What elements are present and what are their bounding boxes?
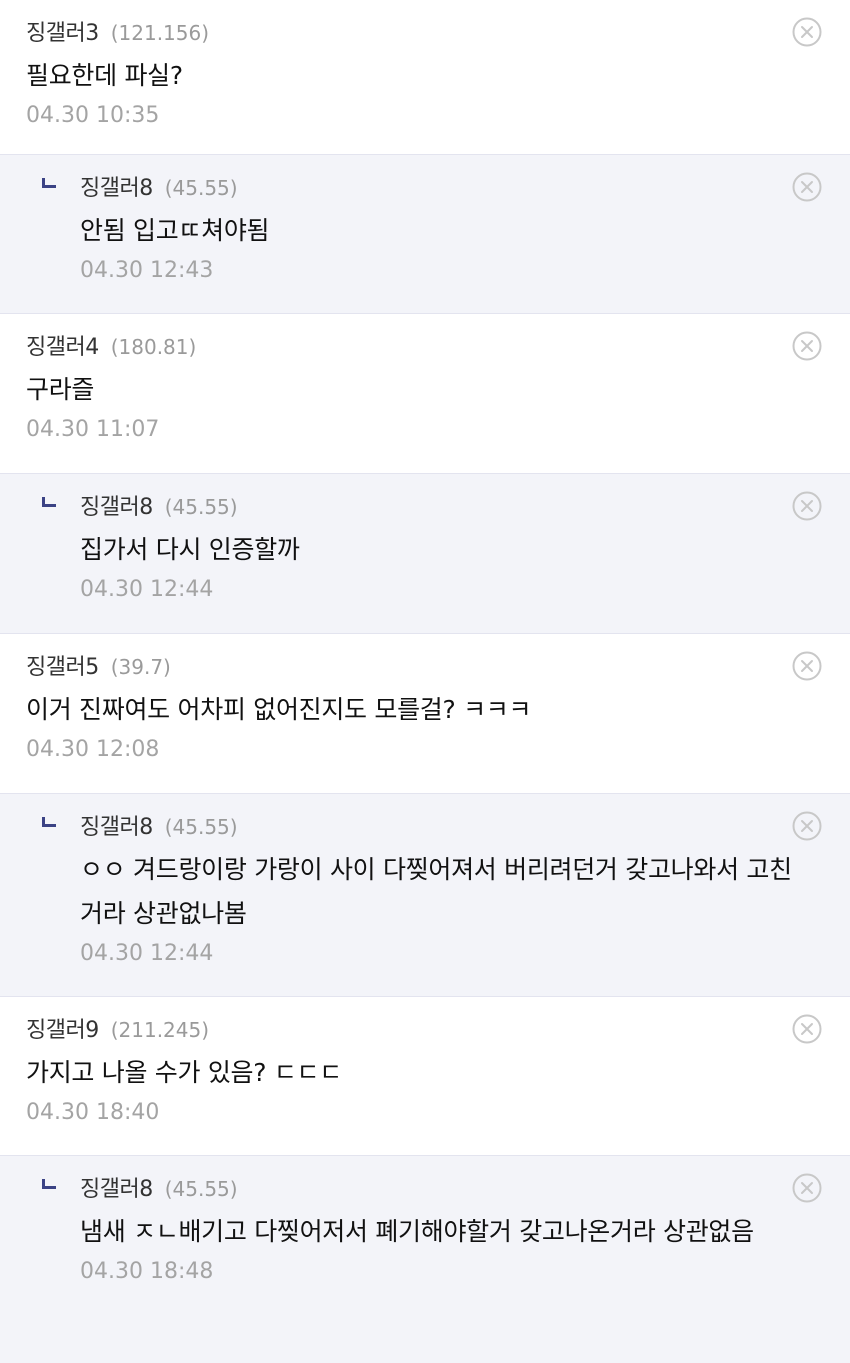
reply-arrow-icon: [42, 817, 56, 827]
comment-ip: (45.55): [164, 1177, 238, 1201]
comment-timestamp: 04.30 12:44: [80, 941, 214, 966]
comment-item: 징갤러5 (39.7) 이거 진짜여도 어차피 없어진지도 모를걸? ㅋㅋㅋ 04…: [0, 634, 850, 794]
comment-author[interactable]: 징갤러8: [80, 815, 153, 840]
reply-arrow-icon: [42, 1179, 56, 1189]
close-circle-icon[interactable]: [792, 331, 822, 361]
comment-author[interactable]: 징갤러9: [26, 1018, 99, 1043]
comment-timestamp: 04.30 11:07: [26, 417, 160, 442]
reply-item: 징갤러8 (45.55) 안됨 입고ㄸ쳐야됨 04.30 12:43: [0, 155, 850, 314]
comment-item: 징갤러3 (121.156) 필요한데 파실? 04.30 10:35: [0, 0, 850, 155]
comment-timestamp: 04.30 10:35: [26, 103, 160, 128]
reply-item: 징갤러8 (45.55) 집가서 다시 인증할까 04.30 12:44: [0, 474, 850, 634]
comment-ip: (121.156): [110, 21, 210, 45]
comment-author[interactable]: 징갤러8: [80, 1177, 153, 1202]
comment-text: 필요한데 파실?: [26, 61, 183, 90]
comment-ip: (45.55): [164, 815, 238, 839]
close-circle-icon[interactable]: [792, 172, 822, 202]
comment-author[interactable]: 징갤러5: [26, 655, 99, 680]
comment-text: 이거 진짜여도 어차피 없어진지도 모를걸? ㅋㅋㅋ: [26, 695, 532, 724]
comment-timestamp: 04.30 12:43: [80, 258, 214, 283]
comment-author[interactable]: 징갤러8: [80, 495, 153, 520]
comment-ip: (45.55): [164, 495, 238, 519]
comment-text: 집가서 다시 인증할까: [80, 535, 300, 564]
reply-arrow-icon: [42, 178, 56, 188]
comment-meta: 징갤러8 (45.55): [80, 491, 850, 523]
comment-meta: 징갤러5 (39.7): [26, 651, 850, 683]
comment-timestamp: 04.30 18:48: [80, 1259, 214, 1284]
close-circle-icon[interactable]: [792, 17, 822, 47]
comment-text: 안됨 입고ㄸ쳐야됨: [80, 216, 270, 245]
comment-meta: 징갤러8 (45.55): [80, 172, 850, 204]
close-circle-icon[interactable]: [792, 651, 822, 681]
comment-timestamp: 04.30 12:08: [26, 737, 160, 762]
comment-item: 징갤러4 (180.81) 구라즐 04.30 11:07: [0, 314, 850, 474]
comment-author[interactable]: 징갤러3: [26, 21, 99, 46]
comment-author[interactable]: 징갤러4: [26, 335, 99, 360]
close-circle-icon[interactable]: [792, 1014, 822, 1044]
comment-ip: (180.81): [110, 335, 197, 359]
comment-list: 징갤러3 (121.156) 필요한데 파실? 04.30 10:35 징갤러8 (…: [0, 0, 850, 1363]
close-circle-icon[interactable]: [792, 811, 822, 841]
comment-meta: 징갤러9 (211.245): [26, 1014, 850, 1046]
comment-meta: 징갤러8 (45.55): [80, 811, 850, 843]
comment-timestamp: 04.30 12:44: [80, 577, 214, 602]
reply-item: 징갤러8 (45.55) ㅇㅇ 겨드랑이랑 가랑이 사이 다찢어져서 버리려던거 …: [0, 794, 850, 997]
reply-item: 징갤러8 (45.55) 냄새 ㅈㄴ배기고 다찢어저서 폐기해야할거 갖고나온거라…: [0, 1156, 850, 1363]
comment-text: 가지고 나올 수가 있음? ㄷㄷㄷ: [26, 1058, 342, 1087]
comment-author[interactable]: 징갤러8: [80, 176, 153, 201]
comment-timestamp: 04.30 18:40: [26, 1100, 160, 1125]
close-circle-icon[interactable]: [792, 491, 822, 521]
comment-meta: 징갤러8 (45.55): [80, 1173, 850, 1205]
reply-arrow-icon: [42, 497, 56, 507]
comment-ip: (211.245): [110, 1018, 210, 1042]
close-circle-icon[interactable]: [792, 1173, 822, 1203]
comment-item: 징갤러9 (211.245) 가지고 나올 수가 있음? ㄷㄷㄷ 04.30 18…: [0, 997, 850, 1156]
comment-text: 냄새 ㅈㄴ배기고 다찢어저서 폐기해야할거 갖고나온거라 상관없음: [80, 1217, 754, 1246]
comment-ip: (45.55): [164, 176, 238, 200]
comment-meta: 징갤러4 (180.81): [26, 331, 850, 363]
comment-meta: 징갤러3 (121.156): [26, 17, 850, 49]
comment-ip: (39.7): [110, 655, 171, 679]
comment-text: 구라즐: [26, 375, 95, 404]
comment-text: ㅇㅇ 겨드랑이랑 가랑이 사이 다찢어져서 버리려던거 갖고나와서 고친거라 상…: [80, 855, 792, 928]
